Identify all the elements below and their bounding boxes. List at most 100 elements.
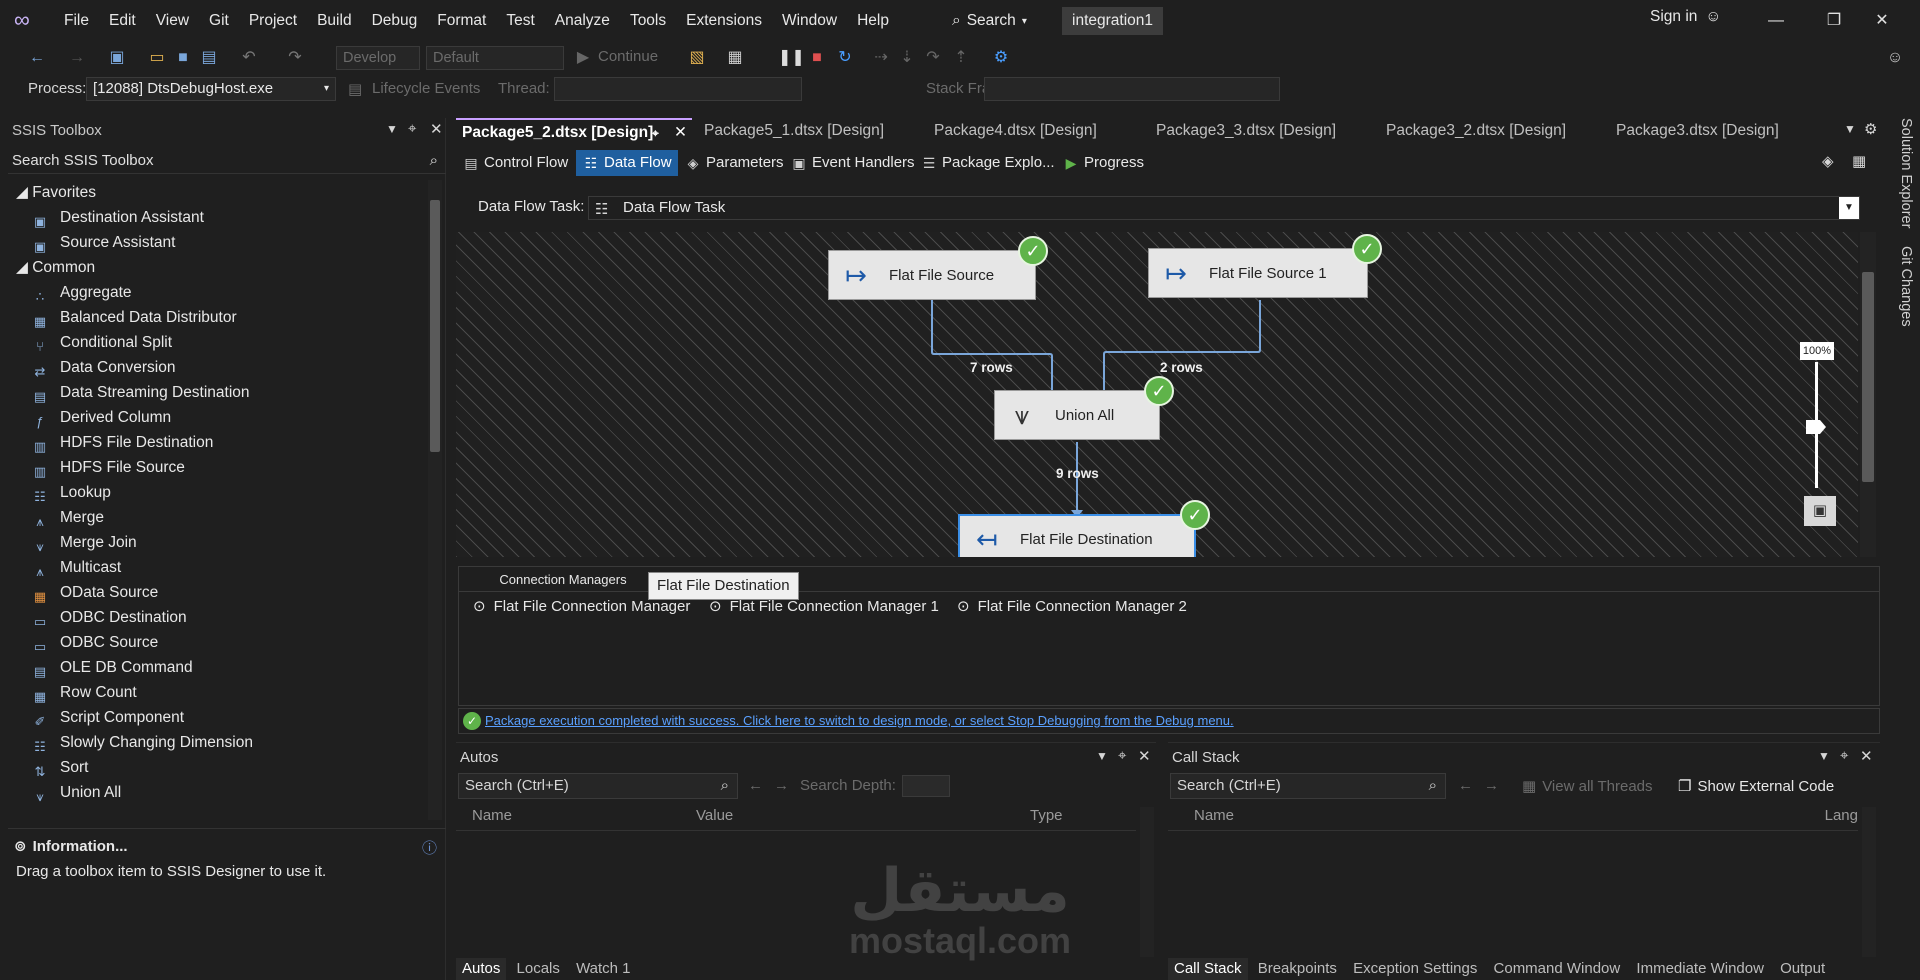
call-stack-search-input[interactable]: Search (Ctrl+E) ⌕ — [1170, 773, 1446, 799]
connection-manager-item[interactable]: ⊙ Flat File Connection Manager 2 — [957, 597, 1187, 615]
save-all-icon[interactable]: ▤ — [198, 47, 220, 69]
restart-icon[interactable]: ↻ — [834, 47, 856, 69]
open-folder-icon[interactable]: ▭ — [146, 47, 168, 69]
step-into-icon[interactable]: ⇣ — [896, 47, 918, 69]
settings-icon[interactable]: ⚙ — [1864, 120, 1877, 138]
tab-immediate-window[interactable]: Immediate Window — [1630, 958, 1770, 980]
menu-help[interactable]: Help — [847, 0, 899, 42]
show-external-code-button[interactable]: ❐ Show External Code — [1678, 777, 1834, 796]
menu-analyze[interactable]: Analyze — [545, 0, 620, 42]
undo-icon[interactable]: ↶ — [238, 47, 260, 69]
tab-breakpoints[interactable]: Breakpoints — [1252, 958, 1343, 980]
menu-build[interactable]: Build — [307, 0, 361, 42]
forward-icon[interactable]: → — [66, 47, 88, 69]
path-source1-to-union[interactable] — [1103, 300, 1261, 390]
tab-list-icon[interactable]: ▼ — [1844, 122, 1856, 136]
toolbox-item[interactable]: ⩛ Union All — [8, 780, 428, 805]
data-flow-task-dropdown[interactable]: ☷ Data Flow Task ▼ — [588, 196, 1860, 220]
menu-project[interactable]: Project — [239, 0, 307, 42]
toolbox-search-input[interactable]: Search SSIS Toolbox ⌕ — [8, 148, 446, 174]
flat-file-destination-node[interactable]: ↤ Flat File Destination — [958, 514, 1196, 557]
pin-icon[interactable]: ⌖ — [1840, 747, 1848, 764]
menu-file[interactable]: File — [54, 0, 99, 42]
info-header[interactable]: ⊚ Information... — [14, 837, 128, 856]
save-icon[interactable]: ■ — [172, 47, 194, 69]
toolbox-item[interactable]: ✐ Script Component — [8, 705, 428, 730]
forward-icon[interactable]: → — [774, 777, 789, 794]
thread-dropdown[interactable] — [554, 77, 802, 101]
tab-package4[interactable]: Package4.dtsx [Design] — [928, 118, 1150, 144]
menu-view[interactable]: View — [146, 0, 199, 42]
solution-name-badge[interactable]: integration1 — [1062, 7, 1164, 35]
toolbox-group-common[interactable]: ◢ Common — [8, 255, 428, 280]
tab-control-flow[interactable]: ▤ Control Flow — [456, 150, 574, 176]
column-lang[interactable]: Lang — [1825, 807, 1858, 824]
toolbox-item[interactable]: ▤ OLE DB Command — [8, 655, 428, 680]
toolbox-item[interactable]: ☷ Slowly Changing Dimension — [8, 730, 428, 755]
tab-locals[interactable]: Locals — [511, 958, 566, 980]
debug-settings-icon[interactable]: ⚙ — [990, 47, 1012, 69]
autos-scrollbar[interactable] — [1140, 807, 1154, 957]
tab-watch-1[interactable]: Watch 1 — [570, 958, 636, 980]
feedback-icon[interactable]: ☺ — [1884, 47, 1906, 69]
connection-managers-tab[interactable]: Connection Managers — [493, 569, 633, 591]
restore-icon[interactable]: ❐ — [1814, 6, 1854, 36]
close-icon[interactable]: ✕ — [1860, 747, 1873, 765]
tab-command-window[interactable]: Command Window — [1488, 958, 1627, 980]
scrollbar-thumb[interactable] — [1862, 272, 1874, 482]
toolbox-item[interactable]: ⇅ Sort — [8, 755, 428, 780]
column-name[interactable]: Name — [472, 807, 512, 824]
tab-package3-3[interactable]: Package3_3.dtsx [Design] — [1150, 118, 1378, 144]
pin-icon[interactable]: ⌖ — [408, 120, 416, 137]
tab-package3-2[interactable]: Package3_2.dtsx [Design] — [1380, 118, 1608, 144]
step-out-icon[interactable]: ↷ — [922, 47, 944, 69]
toolbox-item[interactable]: ▤ Data Streaming Destination — [8, 380, 428, 405]
menu-extensions[interactable]: Extensions — [676, 0, 772, 42]
column-name[interactable]: Name — [1194, 807, 1234, 824]
toolbox-item[interactable]: ƒ Derived Column — [8, 405, 428, 430]
toolbox-item[interactable]: ⩚ Merge — [8, 505, 428, 530]
sign-in-button[interactable]: Sign in ☺ — [1650, 8, 1721, 26]
call-stack-scrollbar[interactable] — [1862, 807, 1876, 957]
toolbox-item[interactable]: ▭ ODBC Source — [8, 630, 428, 655]
step-over-icon[interactable]: ⇢ — [870, 47, 892, 69]
tab-package3[interactable]: Package3.dtsx [Design] — [1610, 118, 1838, 144]
pin-icon[interactable]: ⌖ — [1118, 747, 1126, 764]
step-up-icon[interactable]: ⇡ — [950, 47, 972, 69]
switch-to-design-link[interactable]: Package execution completed with success… — [485, 713, 1234, 728]
platform-dropdown[interactable]: Default — [426, 46, 564, 70]
toolbox-item[interactable]: ☷ Lookup — [8, 480, 428, 505]
continue-icon[interactable]: ▶ — [572, 47, 594, 69]
flat-file-source-node[interactable]: ↦ Flat File Source — [828, 250, 1036, 300]
view-all-threads-button[interactable]: ▦ View all Threads — [1522, 777, 1653, 796]
scrollbar-thumb[interactable] — [430, 200, 440, 452]
fit-to-window-icon[interactable]: ▣ — [1804, 496, 1836, 526]
canvas-scrollbar[interactable] — [1860, 232, 1876, 557]
path-source-to-union[interactable] — [931, 300, 1053, 390]
tab-output[interactable]: Output — [1774, 958, 1831, 980]
toolbox-item[interactable]: ▦ OData Source — [8, 580, 428, 605]
pin-icon[interactable]: ⌖ — [652, 120, 659, 146]
tab-event-handlers[interactable]: ▣ Event Handlers — [784, 150, 921, 176]
new-project-icon[interactable]: ▣ — [106, 47, 128, 69]
menu-format[interactable]: Format — [427, 0, 496, 42]
toolbox-item[interactable]: ▣ Source Assistant — [8, 230, 428, 255]
help-icon[interactable]: ⓘ — [422, 837, 437, 858]
continue-label[interactable]: Continue — [598, 48, 658, 65]
menu-test[interactable]: Test — [496, 0, 544, 42]
flat-file-source-1-node[interactable]: ↦ Flat File Source 1 — [1148, 248, 1368, 298]
variables-icon[interactable]: ▦ — [1852, 152, 1866, 170]
close-icon[interactable]: ✕ — [430, 120, 443, 138]
toolbox-item[interactable]: ∴ Aggregate — [8, 280, 428, 305]
solution-explorer-tab[interactable]: Solution Explorer — [1884, 118, 1914, 228]
toolbox-item[interactable]: ▦ Balanced Data Distributor — [8, 305, 428, 330]
lifecycle-events-button[interactable]: Lifecycle Events — [372, 80, 480, 97]
close-icon[interactable]: ✕ — [1138, 747, 1151, 765]
stop-icon[interactable]: ■ — [806, 47, 828, 69]
toolbox-item[interactable]: ⑂ Conditional Split — [8, 330, 428, 355]
minimize-icon[interactable]: — — [1756, 6, 1796, 36]
stack-frame-dropdown[interactable] — [984, 77, 1280, 101]
toolbox-item[interactable]: ▦ Row Count — [8, 680, 428, 705]
visual-studio-logo-icon[interactable]: ∞ — [14, 8, 40, 32]
tab-autos[interactable]: Autos — [456, 958, 507, 980]
